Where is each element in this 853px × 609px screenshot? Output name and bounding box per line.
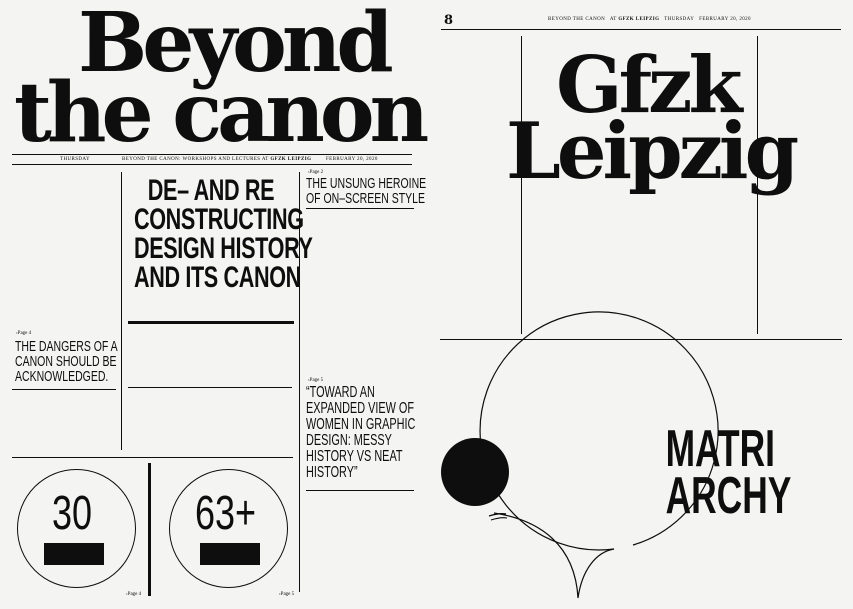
bubble-text-line2: ARCHY [665,467,792,525]
bubble-text-line1: MATRI [665,420,775,478]
bubble-text: MATRI ARCHY [640,420,800,525]
bubble-tail [493,512,615,599]
bubble-tail-accent-2 [490,517,508,521]
